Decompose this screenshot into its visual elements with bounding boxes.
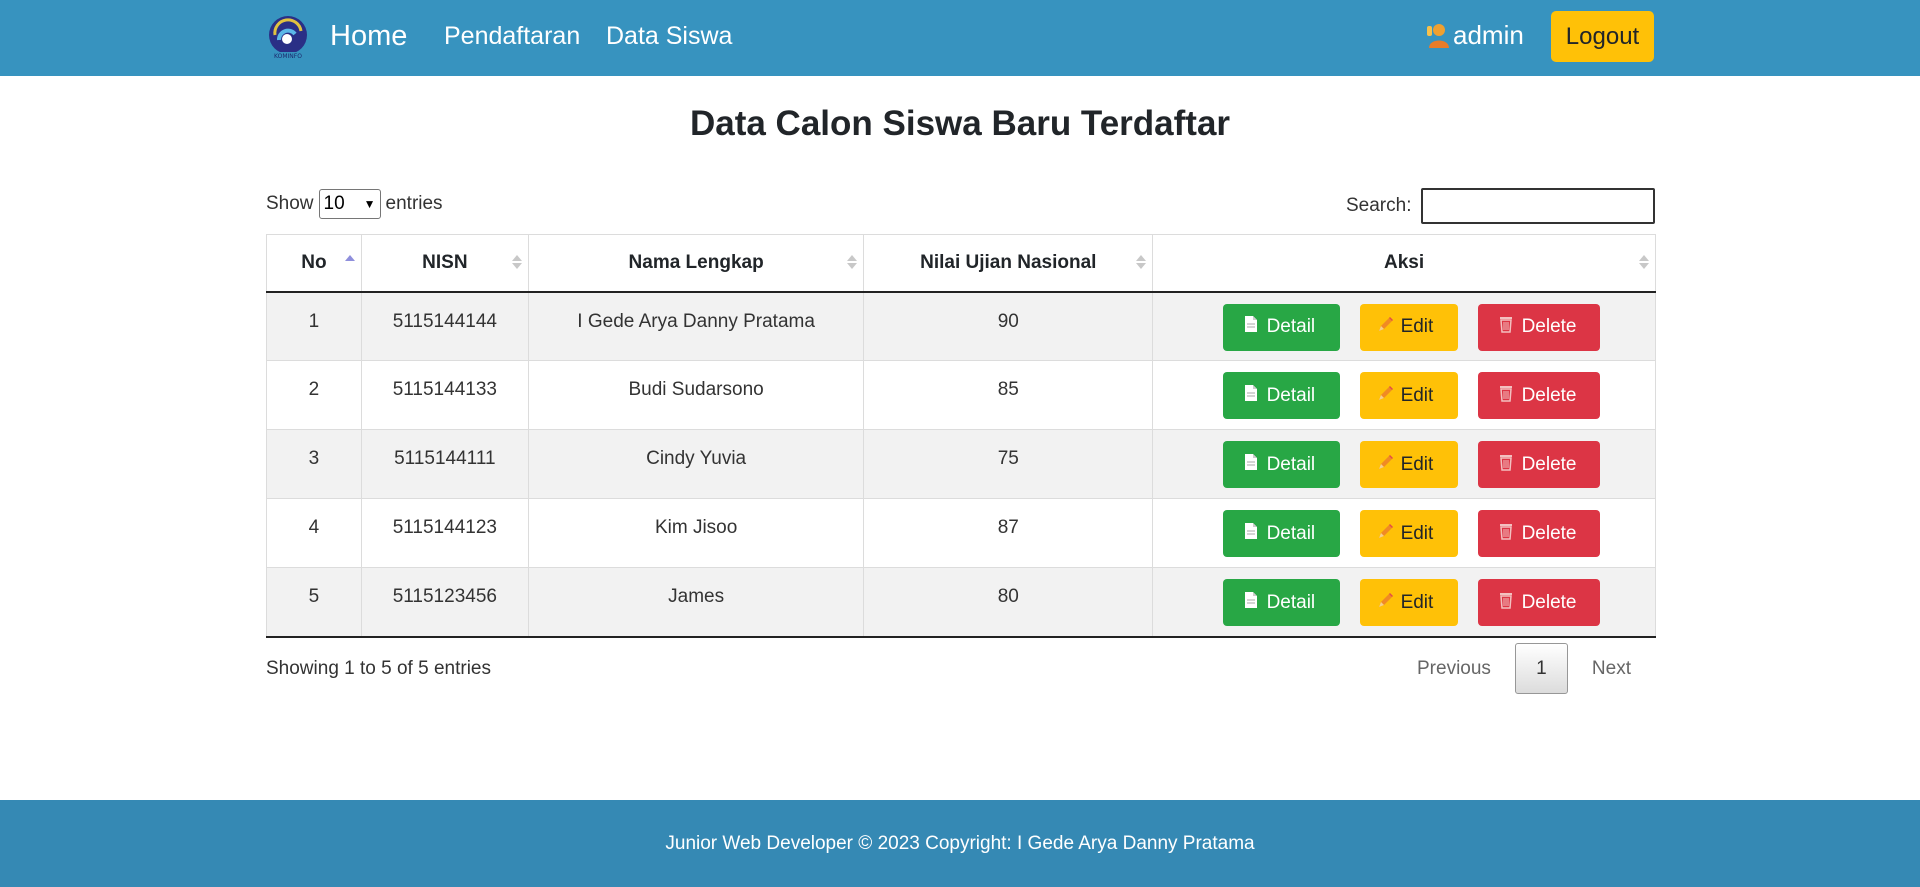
trash-icon [1498, 384, 1514, 408]
entries-label: entries [385, 193, 443, 214]
cell-nilai: 90 [863, 291, 1154, 361]
user-icon [1427, 24, 1449, 48]
sort-icon [511, 255, 522, 269]
nav-home-link[interactable]: Home [330, 20, 407, 53]
cell-nilai: 80 [863, 567, 1154, 638]
pencil-icon [1377, 453, 1393, 477]
sort-icon [1136, 255, 1147, 269]
cell-no: 2 [266, 360, 362, 430]
kominfo-logo[interactable]: KOMINFO [265, 14, 311, 60]
table-header-row: No NISN Nama Lengkap Nilai Ujian Nasiona… [266, 234, 1656, 293]
cell-nisn: 5115144144 [360, 291, 529, 361]
cell-nilai: 87 [863, 498, 1154, 568]
cell-nama: James [527, 567, 865, 638]
nav-data-siswa-link[interactable]: Data Siswa [606, 22, 732, 51]
cell-aksi: Detail Edit Delete [1152, 429, 1656, 499]
sort-icon [847, 255, 858, 269]
table-row: 2 5115144133 Budi Sudarsono 85 Detail Edit Del… [266, 360, 1656, 430]
delete-button[interactable]: Delete [1477, 579, 1600, 626]
detail-button[interactable]: Detail [1222, 510, 1340, 557]
cell-nama: Budi Sudarsono [527, 360, 865, 430]
detail-button[interactable]: Detail [1222, 372, 1340, 419]
cell-nama: Kim Jisoo [527, 498, 865, 568]
cell-nama: I Gede Arya Danny Pratama [527, 291, 865, 361]
cell-nisn: 5115144123 [360, 498, 529, 568]
user-name: admin [1453, 19, 1524, 50]
delete-button[interactable]: Delete [1477, 372, 1600, 419]
cell-no: 5 [266, 567, 362, 638]
trash-icon [1498, 522, 1514, 546]
show-label: Show [266, 193, 314, 214]
trash-icon [1498, 315, 1514, 339]
cell-aksi: Detail Edit Delete [1152, 360, 1656, 430]
cell-no: 3 [266, 429, 362, 499]
pencil-icon [1377, 315, 1393, 339]
cell-aksi: Detail Edit Delete [1152, 567, 1656, 638]
pagination: Previous 1 Next [1400, 643, 1631, 694]
cell-nisn: 5115144111 [360, 429, 529, 499]
trash-icon [1498, 591, 1514, 615]
sort-icon [1639, 255, 1649, 269]
page-title: Data Calon Siswa Baru Terdaftar [689, 104, 1231, 143]
trash-icon [1498, 453, 1514, 477]
cell-no: 1 [266, 291, 362, 361]
user-menu[interactable]: admin [1425, 17, 1524, 53]
cell-aksi: Detail Edit Delete [1152, 498, 1656, 568]
navbar: KOMINFO Home Pendaftaran Data Siswa admi… [0, 0, 1920, 76]
table-row: 4 5115144123 Kim Jisoo 87 Detail Edit Delete [266, 498, 1656, 568]
entries-length-control: Show 10 ▼ entries [266, 189, 443, 219]
document-icon [1243, 384, 1259, 408]
footer-copyright: Junior Web Developer © 2023 Copyright: I… [665, 832, 1255, 854]
logout-button[interactable]: Logout [1551, 11, 1654, 62]
cell-no: 4 [266, 498, 362, 568]
students-table: No NISN Nama Lengkap Nilai Ujian Nasiona… [266, 234, 1656, 638]
cell-aksi: Detail Edit Delete [1152, 291, 1656, 361]
pagination-next[interactable]: Next [1592, 658, 1631, 680]
column-header-aksi[interactable]: Aksi [1152, 234, 1656, 293]
pagination-previous[interactable]: Previous [1417, 658, 1491, 680]
edit-button[interactable]: Edit [1359, 441, 1458, 488]
delete-button[interactable]: Delete [1477, 303, 1600, 351]
entries-select-value: 10 [323, 193, 345, 214]
search-control: Search: [1346, 188, 1656, 224]
document-icon [1243, 591, 1259, 615]
cell-nisn: 5115123456 [360, 567, 529, 638]
cell-nilai: 85 [863, 360, 1154, 430]
table-row: 3 5115144111 Cindy Yuvia 75 Detail Edit Delete [266, 429, 1656, 499]
document-icon [1243, 453, 1259, 477]
edit-button[interactable]: Edit [1359, 579, 1458, 626]
edit-button[interactable]: Edit [1359, 372, 1458, 419]
table-info: Showing 1 to 5 of 5 entries [266, 658, 491, 679]
sort-asc-icon [344, 255, 355, 269]
pagination-page-1[interactable]: 1 [1514, 643, 1568, 694]
nav-pendaftaran-link[interactable]: Pendaftaran [444, 22, 580, 51]
cell-nilai: 75 [863, 429, 1154, 499]
detail-button[interactable]: Detail [1222, 441, 1340, 488]
delete-button[interactable]: Delete [1477, 441, 1600, 488]
column-header-no[interactable]: No [266, 234, 362, 293]
document-icon [1243, 522, 1259, 546]
cell-nama: Cindy Yuvia [527, 429, 865, 499]
pencil-icon [1377, 384, 1393, 408]
document-icon [1243, 315, 1259, 339]
column-header-nilai[interactable]: Nilai Ujian Nasional [863, 234, 1154, 293]
search-label: Search: [1346, 195, 1412, 216]
page-footer: Junior Web Developer © 2023 Copyright: I… [0, 800, 1920, 887]
table-row: 5 5115123456 James 80 Detail Edit Delete [266, 567, 1656, 638]
column-header-nisn[interactable]: NISN [360, 234, 529, 293]
detail-button[interactable]: Detail [1222, 579, 1340, 626]
entries-select[interactable]: 10 ▼ [318, 189, 381, 219]
search-input[interactable] [1421, 188, 1656, 224]
delete-button[interactable]: Delete [1477, 510, 1600, 557]
column-header-nama-lengkap[interactable]: Nama Lengkap [527, 234, 865, 293]
pencil-icon [1377, 522, 1393, 546]
cell-nisn: 5115144133 [360, 360, 529, 430]
edit-button[interactable]: Edit [1359, 303, 1458, 351]
pencil-icon [1377, 591, 1393, 615]
table-row: 1 5115144144 I Gede Arya Danny Pratama 90 De… [266, 291, 1656, 361]
svg-text:KOMINFO: KOMINFO [274, 53, 302, 60]
chevron-down-icon: ▼ [363, 197, 376, 211]
edit-button[interactable]: Edit [1359, 510, 1458, 557]
detail-button[interactable]: Detail [1222, 303, 1340, 351]
